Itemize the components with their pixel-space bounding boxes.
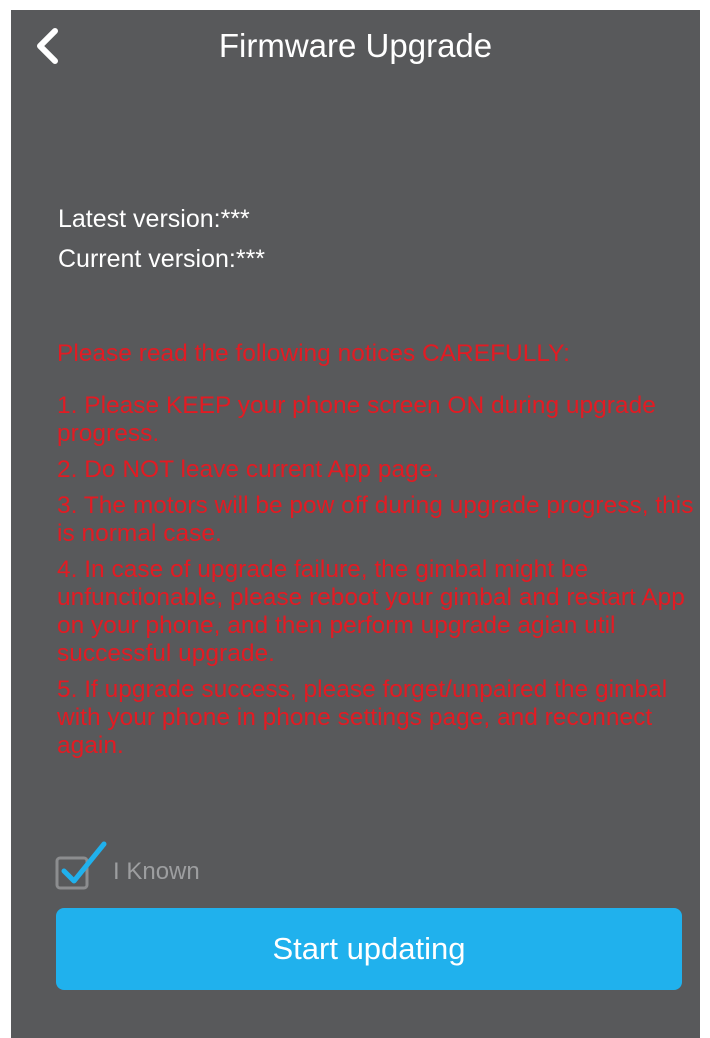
i-known-label: I Known [113,858,200,885]
current-version-text: Current version:*** [58,245,266,273]
page-title: Firmware Upgrade [218,27,493,64]
latest-version-text: Latest version:*** [58,205,250,233]
notices-heading: Please read the following notices CAREFU… [57,340,570,367]
upgrade-notices: Please read the following notices CAREFU… [57,340,697,768]
i-known-checkbox[interactable] [55,838,107,890]
notice-item: 5. If upgrade success, please forget/unp… [57,676,668,759]
header-bar: Firmware Upgrade [11,10,700,82]
checkbox-checked-icon [55,841,107,890]
notice-item: 1. Please KEEP your phone screen ON duri… [57,392,656,447]
firmware-upgrade-screen: Firmware Upgrade Latest version:*** Curr… [11,10,700,1038]
start-updating-button[interactable]: Start updating [56,908,682,990]
i-known-checkbox-row[interactable]: I Known [55,836,200,892]
notice-item: 4. In case of upgrade failure, the gimba… [57,556,685,667]
version-info: Latest version:*** Current version:*** [58,199,265,279]
notice-item: 3. The motors will be pow off during upg… [57,492,694,547]
notice-item: 2. Do NOT leave current App page. [57,456,440,483]
